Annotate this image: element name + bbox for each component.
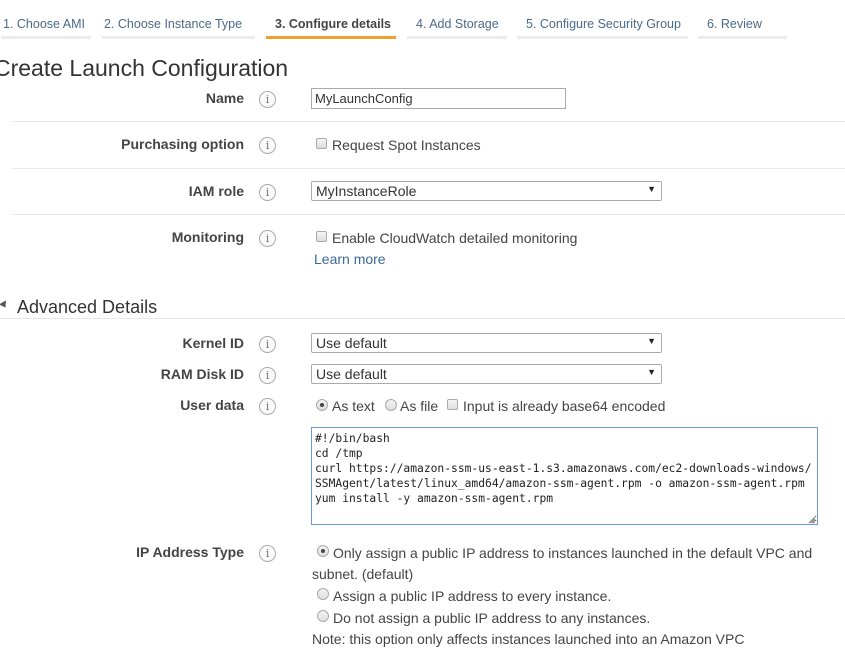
cloudwatch-monitoring-checkbox[interactable]: [316, 231, 327, 242]
as-text-radio[interactable]: [316, 399, 328, 411]
user-data-textarea[interactable]: #!/bin/bash cd /tmp curl https://amazon-…: [311, 427, 818, 525]
ram-disk-id-value: Use default: [316, 366, 387, 382]
tab-add-storage[interactable]: 4. Add Storage: [407, 17, 507, 39]
as-text-label: As text: [332, 398, 375, 414]
ip-option-default-vpc-label-cont: subnet. (default): [312, 566, 414, 582]
info-icon[interactable]: i: [259, 367, 276, 384]
ip-option-no-public-ip-radio[interactable]: [317, 610, 329, 622]
ip-option-no-public-ip-label: Do not assign a public IP address to any…: [333, 610, 651, 626]
ip-address-note: Note: this option only affects instances…: [312, 631, 745, 647]
ip-option-default-vpc-label: Only assign a public IP address to insta…: [333, 545, 813, 561]
tab-configure-security-group[interactable]: 5. Configure Security Group: [517, 17, 688, 39]
info-icon[interactable]: i: [259, 545, 276, 562]
cloudwatch-monitoring-label: Enable CloudWatch detailed monitoring: [332, 230, 578, 246]
learn-more-link[interactable]: Learn more: [314, 251, 386, 267]
info-icon[interactable]: i: [259, 230, 276, 247]
ip-address-type-label: IP Address Type: [136, 544, 244, 560]
as-file-label: As file: [400, 398, 439, 414]
ip-option-every-instance-label: Assign a public IP address to every inst…: [333, 588, 612, 604]
chevron-down-icon: ▼: [647, 184, 656, 194]
tab-choose-instance-type[interactable]: 2. Choose Instance Type: [102, 17, 255, 39]
request-spot-instances-checkbox[interactable]: [316, 138, 327, 149]
wizard-steps: 1. Choose AMI 2. Choose Instance Type 3.…: [0, 0, 845, 42]
ip-option-default-vpc-radio[interactable]: [317, 545, 329, 557]
resize-grip-icon[interactable]: ◢: [808, 514, 815, 525]
info-icon[interactable]: i: [259, 398, 276, 415]
ip-option-every-instance-radio[interactable]: [317, 588, 329, 600]
user-data-label: User data: [180, 397, 244, 413]
divider: [12, 168, 845, 169]
kernel-id-select[interactable]: Use default ▼: [311, 333, 662, 353]
tab-choose-ami[interactable]: 1. Choose AMI: [1, 17, 91, 39]
base64-encoded-label: Input is already base64 encoded: [463, 398, 666, 414]
name-input[interactable]: [311, 88, 566, 109]
iam-role-label: IAM role: [188, 183, 244, 199]
kernel-id-value: Use default: [316, 335, 387, 351]
info-icon[interactable]: i: [259, 91, 276, 108]
request-spot-instances-label: Request Spot Instances: [332, 137, 481, 153]
divider: [0, 318, 845, 319]
purchasing-option-label: Purchasing option: [121, 136, 244, 152]
advanced-details-heading[interactable]: Advanced Details: [17, 297, 157, 318]
collapse-caret-icon[interactable]: [0, 300, 9, 310]
page-title: Create Launch Configuration: [0, 55, 289, 81]
ram-disk-id-label: RAM Disk ID: [160, 366, 244, 382]
divider: [12, 121, 845, 122]
ram-disk-id-select[interactable]: Use default ▼: [311, 364, 662, 384]
info-icon[interactable]: i: [259, 336, 276, 353]
chevron-down-icon: ▼: [647, 336, 656, 346]
info-icon[interactable]: i: [259, 137, 276, 154]
iam-role-select[interactable]: MyInstanceRole ▼: [311, 181, 662, 201]
kernel-id-label: Kernel ID: [182, 335, 244, 351]
name-label: Name: [205, 90, 244, 106]
as-file-radio[interactable]: [385, 399, 397, 411]
base64-encoded-checkbox[interactable]: [447, 399, 458, 410]
monitoring-label: Monitoring: [171, 229, 244, 245]
iam-role-value: MyInstanceRole: [316, 183, 417, 199]
tab-review[interactable]: 6. Review: [698, 17, 787, 39]
info-icon[interactable]: i: [259, 184, 276, 201]
chevron-down-icon: ▼: [647, 367, 656, 377]
tab-configure-details[interactable]: 3. Configure details: [266, 17, 396, 39]
divider: [12, 214, 845, 215]
